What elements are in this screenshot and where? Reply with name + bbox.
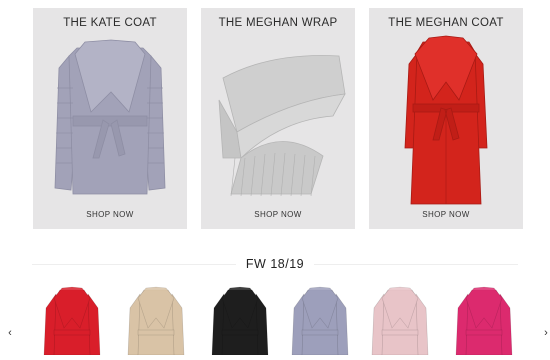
coat-thumbnail-image — [211, 286, 269, 356]
carousel-coat-thumbnail[interactable] — [288, 284, 352, 360]
coat-thumbnail-image — [43, 286, 101, 356]
carousel-coat-thumbnail[interactable] — [208, 284, 272, 360]
meghan-wrap-image — [218, 55, 346, 197]
product-card-meghan-wrap[interactable]: THE MEGHAN WRAP SHOP NOW — [201, 8, 355, 229]
carousel-coat-thumbnail[interactable] — [368, 284, 432, 360]
carousel-coat-thumbnail[interactable] — [452, 284, 516, 360]
shop-now-link[interactable]: SHOP NOW — [369, 210, 523, 219]
coat-thumbnail-image — [371, 286, 429, 356]
shop-now-link[interactable]: SHOP NOW — [201, 210, 355, 219]
carousel-coat-thumbnail[interactable] — [124, 284, 188, 360]
chevron-left-icon[interactable]: ‹ — [4, 327, 16, 339]
coat-thumbnail-image — [291, 286, 349, 356]
coat-thumbnail-image — [127, 286, 185, 356]
product-card-meghan-coat[interactable]: THE MEGHAN COAT SHOP NOW — [369, 8, 523, 229]
coat-thumbnail-image — [455, 286, 513, 356]
card-title: THE KATE COAT — [63, 17, 157, 29]
chevron-right-icon[interactable]: › — [540, 327, 550, 339]
product-card-kate-coat[interactable]: THE KATE COAT SHOP NOW — [33, 8, 187, 229]
meghan-coat-image — [404, 35, 488, 205]
card-title: THE MEGHAN COAT — [388, 17, 504, 29]
shop-now-link[interactable]: SHOP NOW — [33, 210, 187, 219]
card-title: THE MEGHAN WRAP — [218, 17, 338, 29]
kate-coat-image — [54, 39, 166, 195]
carousel-heading: FW 18/19 — [235, 257, 315, 271]
carousel-coat-thumbnail[interactable] — [40, 284, 104, 360]
